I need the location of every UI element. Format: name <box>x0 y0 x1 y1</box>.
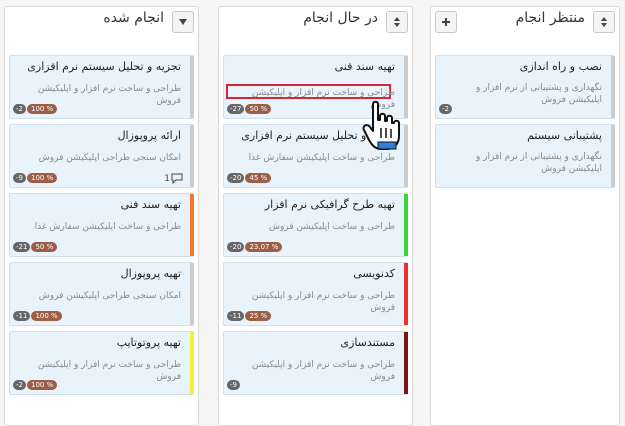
card-subtitle: طراحی و ساخت اپلیکیشن سفارش غذا <box>34 222 181 232</box>
card-number-badge: -20 <box>227 242 245 252</box>
column-waiting-title: منتظر انجام <box>515 10 585 26</box>
card-number-badge: -9 <box>227 380 240 390</box>
card[interactable]: پشتیبانی سیستم نگهداری و پشتیبانی از نرم… <box>435 124 615 188</box>
card-progress-badge: 100 % <box>26 104 58 114</box>
column-waiting-header: منتظر انجام <box>431 7 619 41</box>
card[interactable]: مستندسازی طراحی و ساخت نرم افزار و اپلیک… <box>223 331 408 395</box>
card-subtitle: طراحی و ساخت اپلیکیشن فروش <box>268 222 395 232</box>
card-color-stripe <box>611 125 615 187</box>
card-title: تهیه سند فنی <box>120 198 181 211</box>
card-subtitle: امکان سنجی طراحی اپلیکیشن فروش <box>38 291 181 301</box>
card-subtitle: طراحی و ساخت نرم افزار و اپلیکیشن فروش <box>251 360 395 382</box>
card-title: تهیه پروتوتایپ <box>116 336 181 349</box>
card-number-badge: -2 <box>13 380 26 390</box>
card-badges: -11 25 % <box>227 311 272 321</box>
card-progress-badge: 100 % <box>31 311 62 321</box>
card-title: تهیه پروپوزال <box>120 267 181 280</box>
column-done-header: انجام شده <box>5 7 198 41</box>
card[interactable]: کدنویسی طراحی و ساخت نرم افزار و اپلیکیش… <box>223 262 408 326</box>
card[interactable]: تهیه پروتوتایپ طراحی و ساخت نرم افزار و … <box>9 331 194 395</box>
plus-icon[interactable] <box>435 11 457 33</box>
card-color-stripe <box>404 56 408 118</box>
card-progress-badge: 23.07 % <box>245 242 283 252</box>
card[interactable]: تهیه پروپوزال امکان سنجی طراحی اپلیکیشن … <box>9 262 194 326</box>
card-progress-badge: 50 % <box>245 104 272 114</box>
card-number-badge: -11 <box>227 311 245 321</box>
card-badges: -2 <box>439 104 453 114</box>
card-subtitle: نگهداری و پشتیبانی از نرم افزار و اپلیکی… <box>475 83 602 105</box>
card-title: تهیه طرح گرافیکی نرم افزار <box>264 198 395 211</box>
card-badges: -2 100 % <box>13 380 58 390</box>
card-badges: -27 50 % <box>227 104 272 114</box>
card-color-stripe <box>190 332 194 394</box>
filter-icon[interactable] <box>172 11 194 33</box>
card-color-stripe <box>190 56 194 118</box>
card-badges: -11 100 % <box>13 311 62 321</box>
card-number-badge: -21 <box>13 242 31 252</box>
column-waiting: منتظر انجام نصب و راه اندازی نگهداری و پ… <box>430 6 620 426</box>
card-color-stripe <box>404 263 408 325</box>
card-progress-badge: 100 % <box>26 173 58 183</box>
column-done: انجام شده تجزیه و تحلیل سیستم نرم افزاری… <box>4 6 199 426</box>
column-done-title: انجام شده <box>103 10 164 26</box>
card-comments[interactable]: 1 <box>164 173 183 184</box>
card-title: مستندسازی <box>340 336 395 349</box>
hand-pointer-icon <box>362 100 400 150</box>
card-subtitle: طراحی و ساخت اپلیکیشن سفارش غذا <box>248 153 395 163</box>
column-in-progress: در حال انجام تهیه سند فنی طراحی و ساخت ن… <box>218 6 413 426</box>
card-title: تجزیه و تحلیل سیستم نرم افزاری <box>27 60 181 73</box>
card[interactable]: تهیه سند فنی طراحی و ساخت اپلیکیشن سفارش… <box>9 193 194 257</box>
card-badges: -20 23.07 % <box>227 242 283 252</box>
card-title: نصب و راه اندازی <box>519 60 602 73</box>
card-title: ارائه پروپوزال <box>117 129 181 142</box>
comment-count: 1 <box>164 173 170 184</box>
card-progress-badge: 45 % <box>245 173 272 183</box>
card-number-badge: -27 <box>227 104 245 114</box>
column-in-progress-title: در حال انجام <box>303 10 378 26</box>
card-color-stripe <box>404 194 408 256</box>
sort-icon[interactable] <box>593 11 615 33</box>
column-in-progress-header: در حال انجام <box>219 7 412 41</box>
card-badges: -20 45 % <box>227 173 272 183</box>
card-progress-badge: 100 % <box>26 380 58 390</box>
card-number-badge: -2 <box>439 104 452 114</box>
card-progress-badge: 25 % <box>245 311 272 321</box>
card-color-stripe <box>611 56 615 118</box>
card-title: تهیه سند فنی <box>334 60 395 73</box>
card-title: پشتیبانی سیستم <box>527 129 602 142</box>
card-subtitle: امکان سنجی طراحی اپلیکیشن فروش <box>38 153 181 163</box>
card-number-badge: -9 <box>13 173 26 183</box>
card-color-stripe <box>190 194 194 256</box>
card-title: کدنویسی <box>353 267 395 280</box>
card-badges: -9 <box>227 380 241 390</box>
card-color-stripe <box>404 332 408 394</box>
card-progress-badge: 50 % <box>31 242 58 252</box>
card-number-badge: -11 <box>13 311 31 321</box>
card-badges: -2 100 % <box>13 104 58 114</box>
card-number-badge: -2 <box>13 104 26 114</box>
card-badges: -9 100 % <box>13 173 58 183</box>
card[interactable]: تهیه طرح گرافیکی نرم افزار طراحی و ساخت … <box>223 193 408 257</box>
card-number-badge: -20 <box>227 173 245 183</box>
card[interactable]: تجزیه و تحلیل سیستم نرم افزاری طراحی و س… <box>9 55 194 119</box>
comment-icon <box>171 173 183 184</box>
sort-icon[interactable] <box>386 11 408 33</box>
card[interactable]: نصب و راه اندازی نگهداری و پشتیبانی از ن… <box>435 55 615 119</box>
card-color-stripe <box>190 125 194 187</box>
card[interactable]: ارائه پروپوزال امکان سنجی طراحی اپلیکیشن… <box>9 124 194 188</box>
card-badges: -21 50 % <box>13 242 58 252</box>
card-subtitle: نگهداری و پشتیبانی از نرم افزار و اپلیکی… <box>475 152 602 174</box>
card-color-stripe <box>404 125 408 187</box>
card-color-stripe <box>190 263 194 325</box>
